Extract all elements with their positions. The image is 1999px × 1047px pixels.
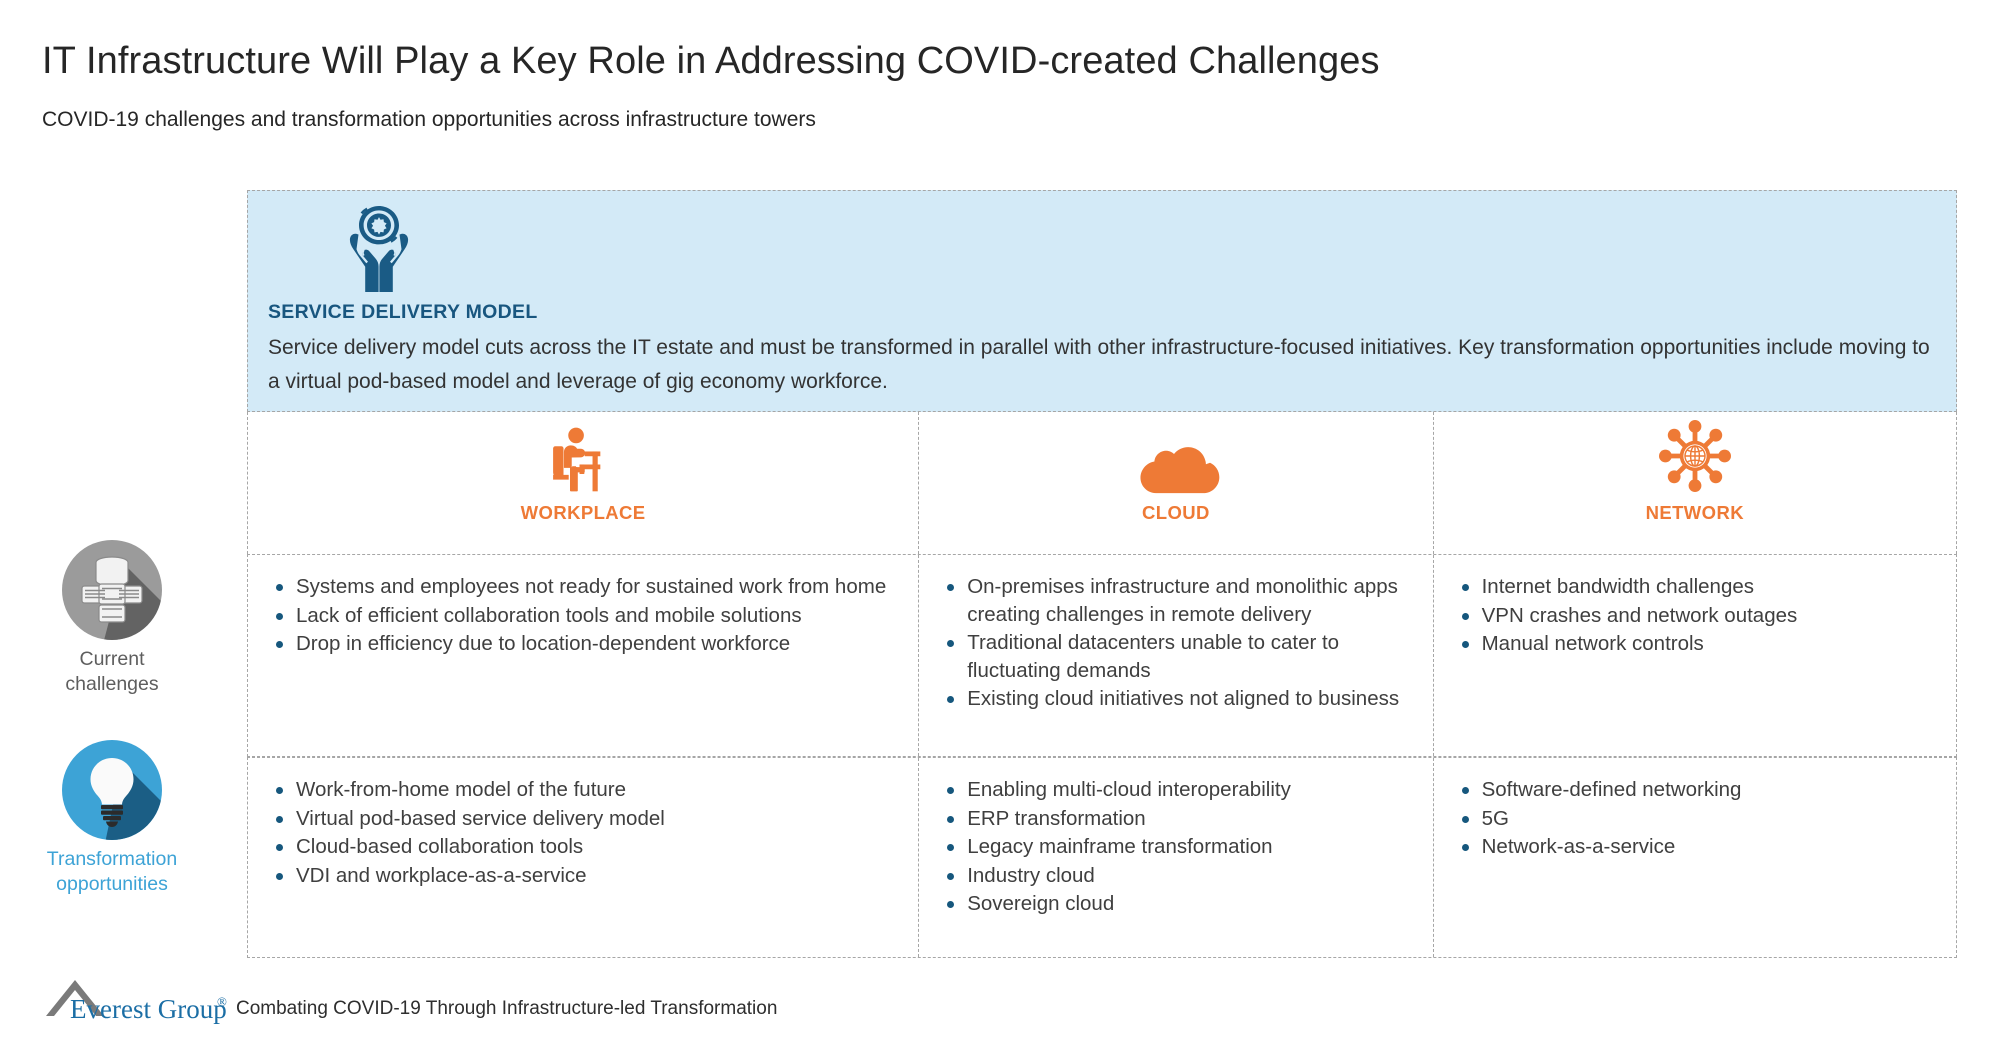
service-delivery-model-banner: SERVICE DELIVERY MODEL Service delivery … (247, 190, 1957, 412)
tower-label: WORKPLACE (520, 502, 646, 523)
banner-heading: SERVICE DELIVERY MODEL (268, 301, 538, 323)
network-globe-hub-icon (1655, 418, 1735, 496)
tower-header-row: WORKPLACE CLOUD NETWORK (247, 412, 1957, 554)
bullet-item: VDI and workplace-as-a-service (274, 862, 892, 890)
cell-opportunities-network: Software-defined networking 5G Network-as-… (1434, 758, 1956, 957)
bullet-item: Network-as-a-service (1460, 833, 1930, 861)
bullet-item: Virtual pod-based service delivery model (274, 805, 892, 833)
person-at-desk-icon (544, 418, 622, 496)
bullet-item: VPN crashes and network outages (1460, 602, 1930, 630)
tower-header-network: NETWORK (1434, 412, 1956, 554)
bullet-item: Traditional datacenters unable to cater … (945, 629, 1406, 684)
bullet-item: Enabling multi-cloud interoperability (945, 776, 1406, 804)
banner-body-text: Service delivery model cuts across the I… (268, 336, 1930, 393)
bullet-item: Existing cloud initiatives not aligned t… (945, 685, 1406, 713)
bullet-item: Industry cloud (945, 862, 1406, 890)
cloud-icon (1124, 418, 1228, 496)
towers-matrix: SERVICE DELIVERY MODEL Service delivery … (247, 190, 1957, 958)
bullet-list: Enabling multi-cloud interoperability ERP… (945, 776, 1406, 918)
rail-label-line1: Current (79, 648, 145, 670)
bullet-item: Internet bandwidth challenges (1460, 573, 1930, 601)
bullet-item: Drop in efficiency due to location-depen… (274, 630, 892, 658)
rail-label: Transformation opportunities (22, 847, 202, 897)
everest-group-logo: Everest Group ® (42, 972, 232, 1026)
cell-challenges-workplace: Systems and employees not ready for sust… (248, 555, 918, 756)
page-title: IT Infrastructure Will Play a Key Role i… (42, 40, 1380, 82)
rail-label-line1: Transformation (46, 848, 178, 870)
row-current-challenges: Systems and employees not ready for sust… (247, 554, 1957, 757)
cell-opportunities-workplace: Work-from-home model of the future Virtua… (248, 758, 918, 957)
footer-caption: Combating COVID-19 Through Infrastructur… (236, 998, 778, 1019)
rail-item-current-challenges: Current challenges (22, 540, 202, 697)
rail-label: Current challenges (22, 647, 202, 697)
lightbulb-icon (62, 740, 162, 840)
cell-opportunities-cloud: Enabling multi-cloud interoperability ERP… (918, 758, 1434, 957)
footer: Everest Group ® Combating COVID-19 Throu… (42, 972, 777, 1026)
hands-holding-gear-icon (336, 203, 422, 295)
tower-header-cloud: CLOUD (918, 412, 1434, 554)
bullet-item: 5G (1460, 805, 1930, 833)
bullet-list: Internet bandwidth challenges VPN crashes… (1460, 573, 1930, 658)
bullet-item: ERP transformation (945, 805, 1406, 833)
bullet-item: Lack of efficient collaboration tools an… (274, 602, 892, 630)
svg-text:Everest Group: Everest Group (70, 994, 227, 1024)
rail-label-line2: challenges (65, 673, 159, 695)
page-subtitle: COVID-19 challenges and transformation o… (42, 108, 816, 131)
bullet-list: Work-from-home model of the future Virtua… (274, 776, 892, 889)
bullet-item: Software-defined networking (1460, 776, 1930, 804)
svg-text:®: ® (217, 994, 227, 1009)
server-stack-icon (62, 540, 162, 640)
cell-challenges-cloud: On-premises infrastructure and monolithi… (918, 555, 1434, 756)
cell-challenges-network: Internet bandwidth challenges VPN crashes… (1434, 555, 1956, 756)
bullet-item: Legacy mainframe transformation (945, 833, 1406, 861)
tower-label: NETWORK (1645, 502, 1744, 523)
bullet-list: Software-defined networking 5G Network-as-… (1460, 776, 1930, 861)
tower-label: CLOUD (1142, 502, 1210, 523)
rail-item-transformation-opportunities: Transformation opportunities (22, 740, 202, 897)
row-transformation-opportunities: Work-from-home model of the future Virtua… (247, 757, 1957, 958)
bullet-item: Systems and employees not ready for sust… (274, 573, 892, 601)
bullet-item: Work-from-home model of the future (274, 776, 892, 804)
bullet-item: Cloud-based collaboration tools (274, 833, 892, 861)
bullet-item: Manual network controls (1460, 630, 1930, 658)
bullet-item: Sovereign cloud (945, 890, 1406, 918)
bullet-list: On-premises infrastructure and monolithi… (945, 573, 1406, 713)
bullet-item: On-premises infrastructure and monolithi… (945, 573, 1406, 628)
bullet-list: Systems and employees not ready for sust… (274, 573, 892, 658)
rail-label-line2: opportunities (56, 873, 168, 895)
tower-header-workplace: WORKPLACE (248, 412, 918, 554)
